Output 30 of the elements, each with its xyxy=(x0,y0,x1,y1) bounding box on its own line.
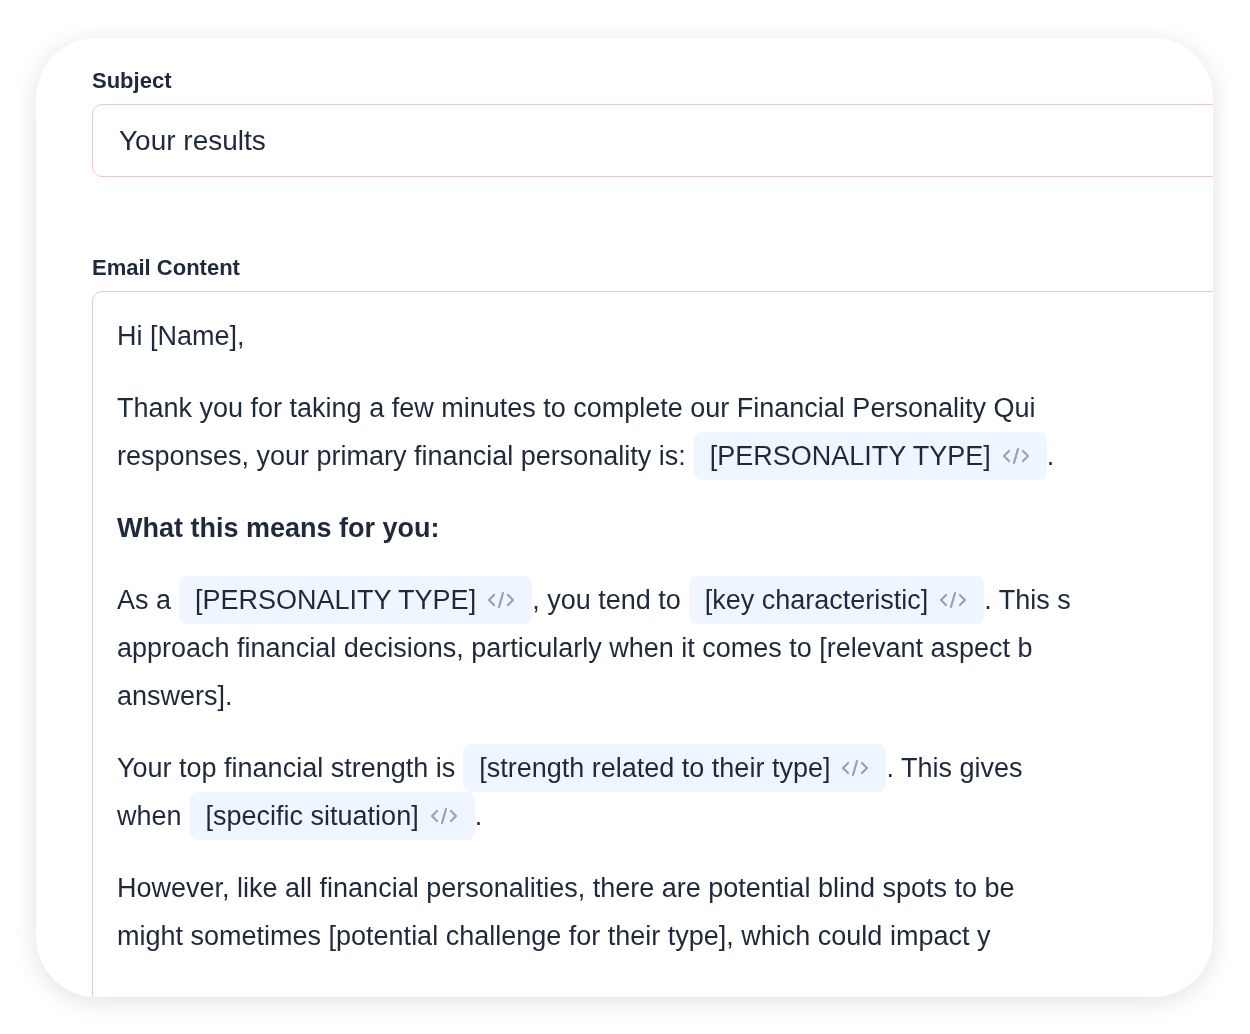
body-text: . xyxy=(474,799,483,833)
email-editor[interactable] xyxy=(92,291,1213,997)
body-text: responses, your primary financial personality is: xyxy=(117,439,686,473)
code-icon xyxy=(486,590,517,610)
code-icon xyxy=(1000,446,1031,466)
body-text: might sometimes [potential challenge for their type], which could impact y xyxy=(117,919,991,953)
field-label: Subject xyxy=(92,67,172,94)
body-text: However, like all financial personalities, there are potential blind spots to be xyxy=(117,871,1015,905)
body-text: Your top financial strength is xyxy=(117,751,456,785)
variable-chip[interactable]: [PERSONALITY TYPE] xyxy=(693,432,1047,480)
body-text: Thank you for taking a few minutes to complete our Financial Personality Qui xyxy=(117,391,1036,425)
body-text: Hi [Name], xyxy=(117,319,245,353)
body-text: . This s xyxy=(984,583,1071,617)
body-text: . xyxy=(1046,439,1055,473)
body-text: , you tend to xyxy=(532,583,681,617)
body-text: approach financial decisions, particularly when it comes to [relevant aspect b xyxy=(117,631,1033,665)
code-icon xyxy=(428,806,459,826)
field-label: Email Content xyxy=(92,254,240,281)
code-icon xyxy=(840,758,871,778)
body-text: answers]. xyxy=(117,679,233,713)
variable-chip[interactable]: [specific situation] xyxy=(189,792,475,840)
code-icon xyxy=(938,590,969,610)
variable-chip[interactable]: [strength related to their type] xyxy=(463,744,887,792)
variable-chip[interactable]: [PERSONALITY TYPE] xyxy=(179,576,533,624)
body-text: . This gives xyxy=(886,751,1023,785)
paragraph-heading: What this means for you: xyxy=(117,511,440,545)
variable-chip[interactable]: [key characteristic] xyxy=(688,576,985,624)
body-text: As a xyxy=(117,583,172,617)
subject-input[interactable]: Your results xyxy=(92,104,1213,177)
body-text: when xyxy=(117,799,182,833)
